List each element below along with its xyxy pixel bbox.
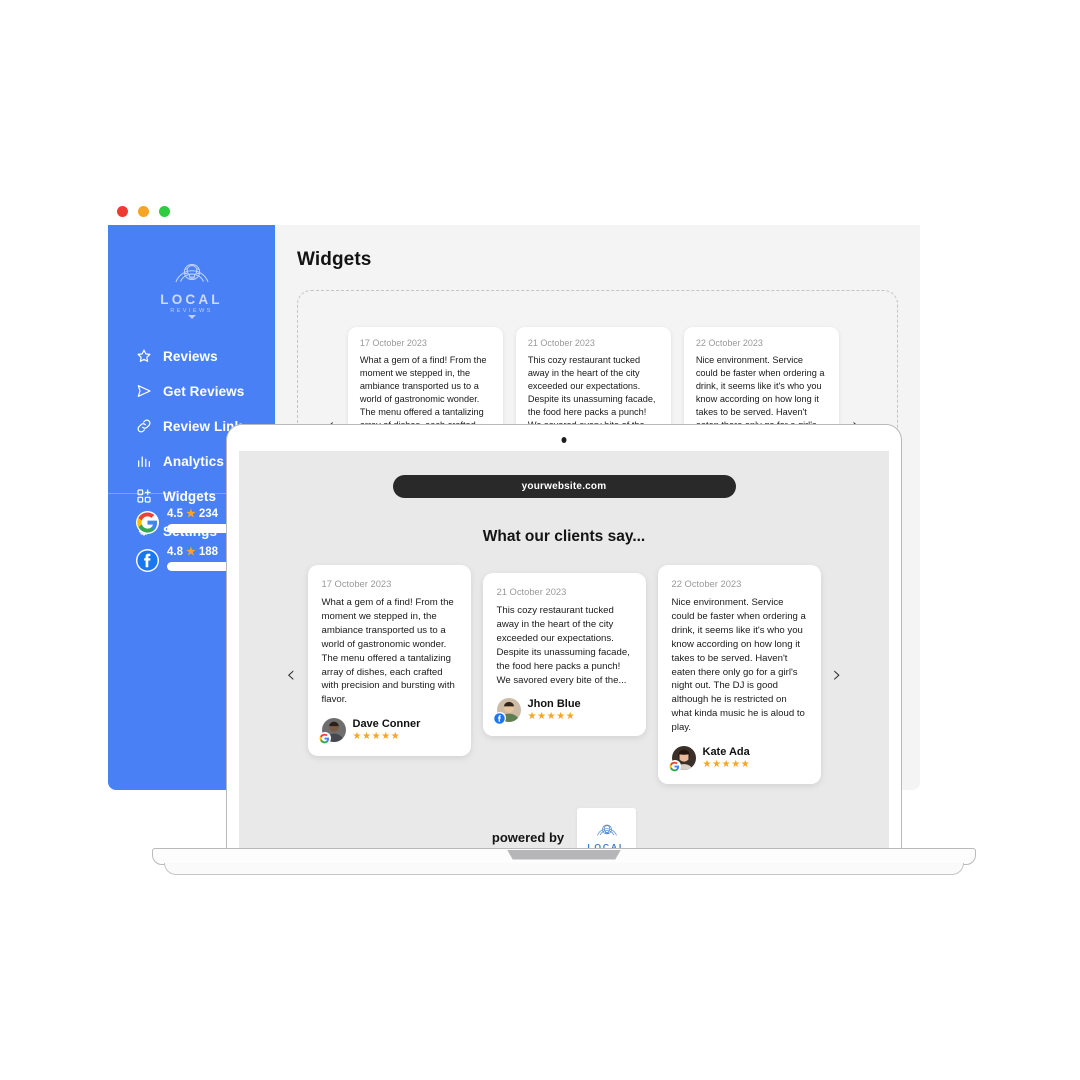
star-rating: ★★★★★ [352, 731, 401, 743]
local-reviews-logo-icon [596, 824, 617, 836]
facebook-icon [493, 712, 506, 725]
url-bar[interactable]: yourwebsite.com [392, 475, 736, 498]
review-card: 17 October 2023 What a gem of a find! Fr… [307, 565, 471, 757]
star-rating: ★★★★★ [527, 711, 576, 723]
logo-caret-icon [187, 315, 196, 319]
laptop-mockup: yourwebsite.com What our clients say... … [152, 424, 976, 878]
sidebar-item-reviews[interactable]: Reviews [108, 343, 275, 369]
laptop-lid: yourwebsite.com What our clients say... … [226, 424, 902, 848]
laptop-screen: yourwebsite.com What our clients say... … [239, 451, 889, 848]
review-text: This cozy restaurant tucked away in the … [496, 605, 630, 686]
laptop-base [152, 848, 976, 878]
avatar [318, 718, 346, 745]
logo-wordmark: LOCAL [160, 292, 223, 307]
review-date: 22 October 2023 [671, 578, 742, 589]
review-date: 22 October 2023 [695, 338, 763, 348]
maximize-window-button[interactable] [159, 206, 170, 217]
star-icon [136, 348, 152, 364]
review-date: 21 October 2023 [496, 586, 567, 597]
laptop-notch [507, 849, 621, 860]
review-author-row: Dave Conner ★★★★★ [318, 718, 457, 745]
review-date: 17 October 2023 [359, 338, 427, 348]
review-text: What a gem of a find! From the moment we… [321, 597, 455, 706]
review-text: This cozy restaurant tucked away in the … [527, 355, 656, 430]
send-icon [136, 383, 152, 399]
review-card: 21 October 2023 This cozy restaurant tuc… [482, 573, 646, 737]
page-title: Widgets [297, 249, 372, 270]
logo-subtext: REVIEWS [170, 308, 213, 314]
powered-by-label: powered by [491, 830, 565, 846]
close-window-button[interactable] [117, 206, 128, 217]
review-date: 17 October 2023 [321, 578, 392, 589]
avatar [493, 698, 521, 725]
url-text: yourwebsite.com [521, 481, 607, 492]
sidebar-item-get-reviews[interactable]: Get Reviews [108, 378, 275, 404]
bar-chart-icon [136, 453, 152, 469]
powered-by-logo[interactable]: LOCAL REVIEWS [577, 808, 637, 848]
powered-by-footer: powered by LOCAL REVIEWS [239, 808, 889, 848]
widget-heading: What our clients say... [482, 528, 646, 545]
review-card: 22 October 2023 Nice environment. Servic… [657, 565, 821, 785]
sidebar-item-label: Reviews [163, 348, 218, 364]
window-titlebar [108, 198, 920, 225]
star-rating: ★★★★★ [702, 759, 751, 771]
review-author-row: Jhon Blue ★★★★★ [493, 698, 632, 725]
review-author: Kate Ada [702, 746, 750, 759]
review-text: Nice environment. Service could be faste… [671, 597, 806, 734]
review-carousel: ‹ 17 October 2023 What a gem of a find! … [239, 565, 889, 785]
review-author-row: Kate Ada ★★★★★ [668, 746, 807, 773]
minimize-window-button[interactable] [138, 206, 149, 217]
review-author: Dave Conner [352, 718, 421, 731]
google-icon [318, 732, 331, 745]
google-icon [668, 760, 681, 773]
local-reviews-logo-icon [174, 263, 209, 283]
carousel-prev-button[interactable]: ‹ [286, 662, 295, 688]
sidebar-logo: LOCAL REVIEWS [108, 225, 275, 319]
review-author: Jhon Blue [527, 698, 581, 711]
review-date: 21 October 2023 [527, 338, 595, 348]
webcam-icon [561, 437, 567, 443]
screenshot-stage: LOCAL REVIEWS Reviews Get Reviews Review… [0, 0, 1080, 1080]
avatar [668, 746, 696, 773]
sidebar-item-label: Get Reviews [163, 383, 245, 399]
carousel-next-button[interactable]: › [833, 662, 842, 688]
link-icon [136, 418, 152, 434]
